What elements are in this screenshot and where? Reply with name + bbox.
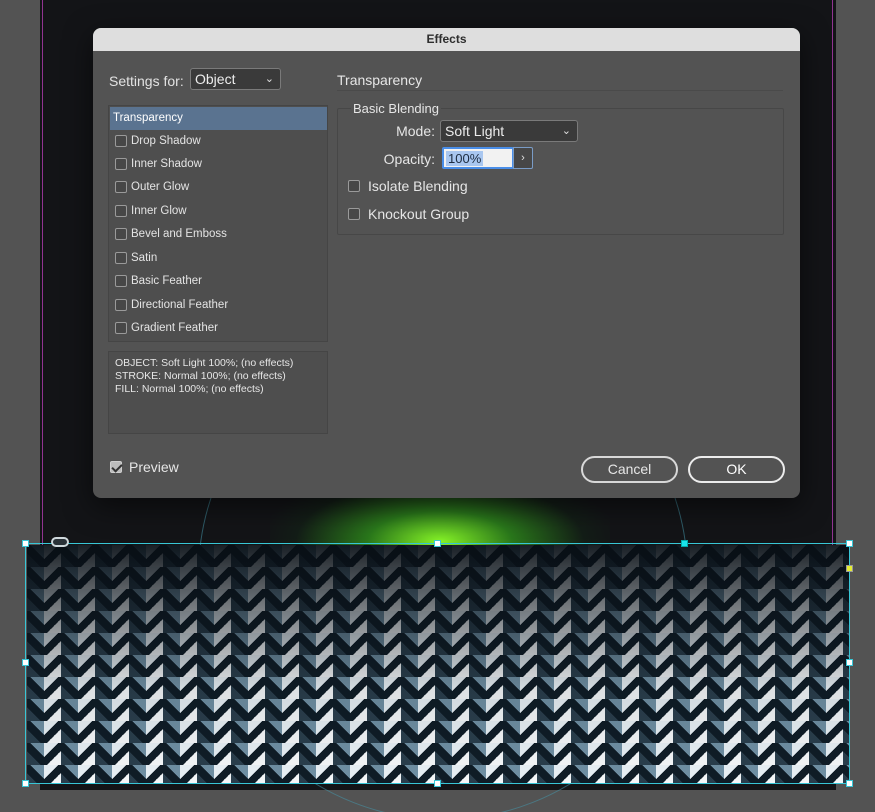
opacity-input[interactable]: 100% <box>442 147 514 169</box>
chevron-right-icon: › <box>521 152 525 164</box>
frame-handle-middle-left[interactable] <box>22 659 29 666</box>
ok-button[interactable]: OK <box>688 456 785 483</box>
effect-item-label: Basic Feather <box>131 275 202 287</box>
summary-line-object: OBJECT: Soft Light 100%; (no effects) <box>115 357 294 369</box>
mode-value: Soft Light <box>445 123 505 139</box>
mode-label: Mode: <box>396 123 435 139</box>
effect-item-label: Bevel and Emboss <box>131 228 227 240</box>
gradient-feather-checkbox[interactable] <box>115 322 127 334</box>
frame-handle-top-left[interactable] <box>22 540 29 547</box>
frame-handle-top-right[interactable] <box>846 540 853 547</box>
frame-corner-radius-handle[interactable] <box>681 540 688 547</box>
effect-item-label: Inner Shadow <box>131 158 202 170</box>
effect-item-label: Gradient Feather <box>131 322 218 334</box>
selected-image-frame[interactable] <box>25 543 850 784</box>
effect-item-gradient-feather[interactable]: Gradient Feather <box>110 317 327 340</box>
preview-checkbox[interactable] <box>110 461 122 473</box>
effect-item-satin[interactable]: Satin <box>110 247 327 270</box>
isolate-blending-checkbox[interactable] <box>348 180 360 192</box>
effect-item-label: Drop Shadow <box>131 135 201 147</box>
chevron-down-icon: ⌄ <box>264 73 274 85</box>
frame-handle-middle-right[interactable] <box>846 659 853 666</box>
basic-blending-title: Basic Blending <box>351 101 441 116</box>
chevron-down-icon: ⌄ <box>561 125 571 137</box>
cancel-button[interactable]: Cancel <box>581 456 678 483</box>
effect-item-transparency[interactable]: Transparency <box>110 107 327 130</box>
effects-list: Transparency Drop Shadow Inner Shadow Ou… <box>108 105 328 342</box>
mode-select[interactable]: Soft Light ⌄ <box>440 120 578 142</box>
knockout-group-checkbox[interactable] <box>348 208 360 220</box>
basic-feather-checkbox[interactable] <box>115 275 127 287</box>
effect-item-directional-feather[interactable]: Directional Feather <box>110 294 327 317</box>
bevel-and-emboss-checkbox[interactable] <box>115 228 127 240</box>
frame-out-port[interactable] <box>846 565 853 572</box>
effect-item-label: Satin <box>131 252 158 264</box>
inner-shadow-checkbox[interactable] <box>115 158 127 170</box>
summary-line-stroke: STROKE: Normal 100%; (no effects) <box>115 370 286 382</box>
opacity-value: 100% <box>446 151 484 166</box>
effect-item-basic-feather[interactable]: Basic Feather <box>110 270 327 293</box>
effect-item-drop-shadow[interactable]: Drop Shadow <box>110 130 327 153</box>
frame-handle-bottom-center[interactable] <box>434 780 441 787</box>
outer-glow-checkbox[interactable] <box>115 181 127 193</box>
satin-checkbox[interactable] <box>115 252 127 264</box>
effect-item-label: Inner Glow <box>131 205 187 217</box>
preview-label: Preview <box>129 459 179 475</box>
effect-item-label: Transparency <box>113 112 183 124</box>
effect-item-bevel-and-emboss[interactable]: Bevel and Emboss <box>110 223 327 246</box>
effects-dialog: Effects Settings for: Object ⌄ Transpare… <box>93 28 800 498</box>
isolate-blending-label: Isolate Blending <box>368 178 468 194</box>
dialog-title: Effects <box>93 28 800 51</box>
opacity-label: Opacity: <box>383 151 435 167</box>
effect-item-inner-glow[interactable]: Inner Glow <box>110 200 327 223</box>
frame-handle-bottom-left[interactable] <box>22 780 29 787</box>
effects-summary: OBJECT: Soft Light 100%; (no effects) ST… <box>108 351 328 434</box>
section-divider <box>337 90 783 91</box>
knockout-group-label: Knockout Group <box>368 206 470 222</box>
opacity-slider-button[interactable]: › <box>513 147 533 169</box>
settings-for-select[interactable]: Object ⌄ <box>190 68 281 90</box>
link-icon[interactable] <box>51 537 69 547</box>
section-title: Transparency <box>337 72 423 88</box>
drop-shadow-checkbox[interactable] <box>115 135 127 147</box>
settings-for-label: Settings for: <box>109 73 184 89</box>
inner-glow-checkbox[interactable] <box>115 205 127 217</box>
directional-feather-checkbox[interactable] <box>115 299 127 311</box>
effect-item-outer-glow[interactable]: Outer Glow <box>110 176 327 199</box>
effect-item-inner-shadow[interactable]: Inner Shadow <box>110 153 327 176</box>
effect-item-label: Outer Glow <box>131 181 190 193</box>
frame-handle-bottom-right[interactable] <box>846 780 853 787</box>
frame-handle-top-center[interactable] <box>434 540 441 547</box>
summary-line-fill: FILL: Normal 100%; (no effects) <box>115 383 264 395</box>
settings-for-value: Object <box>195 71 236 87</box>
effect-item-label: Directional Feather <box>131 299 229 311</box>
